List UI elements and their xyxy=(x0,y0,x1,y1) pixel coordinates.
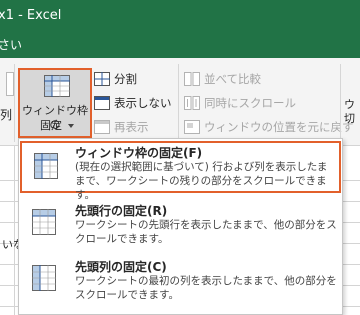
menu-item-description: ワークシートの最初の列を表示したままで、他の部分をスクロールできます。 xyxy=(75,275,337,301)
title-bar: x1 - Excel xyxy=(0,0,360,32)
ribbon-separator xyxy=(14,64,15,142)
tell-me-text: さい xyxy=(0,38,23,52)
unhide-window-button[interactable]: 再表示 xyxy=(94,118,174,136)
unhide-label: 再表示 xyxy=(114,120,149,134)
menu-item-description: (現在の選択範囲に基づいて) 行および列を表示したままで、ワークシートの残りの部… xyxy=(75,161,328,201)
menu-item-title: ウィンドウ枠の固定(F) xyxy=(75,146,203,160)
column-gridline xyxy=(14,146,15,315)
ribbon-left-fragment[interactable]: 列 xyxy=(0,106,12,123)
sync-scroll-button[interactable]: 同時にスクロール xyxy=(184,94,334,112)
menu-item-description: ワークシートの先頭行を表示したままで、他の部分をスクロールできます。 xyxy=(75,219,337,245)
reset-window-position-button[interactable]: ウィンドウの位置を元に戻す xyxy=(184,118,354,136)
hide-window-button[interactable]: 表示しない xyxy=(94,94,174,112)
menu-item-freeze-panes[interactable]: ウィンドウ枠の固定(F) (現在の選択範囲に基づいて) 行および列を表示したまま… xyxy=(20,141,341,201)
split-button[interactable]: 分割 xyxy=(94,70,174,88)
freeze-panes-button[interactable]: ウィンドウ枠の 固定 xyxy=(18,68,92,138)
menu-item-title: 先頭行の固定(R) xyxy=(75,204,168,218)
switch-windows-label-1: ウ xyxy=(344,98,355,111)
page-layout-icon[interactable] xyxy=(6,72,14,96)
menu-item-freeze-first-column[interactable]: 先頭列の固定(C) ワークシートの最初の列を表示したままで、他の部分をスクロール… xyxy=(20,255,341,307)
tell-me-bar[interactable]: さい xyxy=(0,32,360,58)
menu-item-freeze-top-row[interactable]: 先頭行の固定(R) ワークシートの先頭行を表示したままで、他の部分をスクロールで… xyxy=(20,199,341,251)
menu-item-title: 先頭列の固定(C) xyxy=(75,260,167,274)
freeze-panes-icon xyxy=(34,153,58,179)
sync-scroll-label: 同時にスクロール xyxy=(204,96,296,110)
hide-window-icon xyxy=(94,96,110,110)
freeze-top-row-icon xyxy=(32,209,56,235)
ribbon-separator xyxy=(340,64,341,142)
switch-windows-fragment[interactable]: ウ 切 xyxy=(344,98,360,126)
view-side-by-side-button[interactable]: 並べて比較 xyxy=(184,70,334,88)
reset-position-label: ウィンドウの位置を元に戻す xyxy=(204,120,354,134)
sync-scroll-icon xyxy=(184,96,200,110)
chevron-down-icon xyxy=(68,124,74,128)
split-icon xyxy=(94,72,110,86)
freeze-first-column-icon xyxy=(32,265,56,291)
side-by-side-label: 並べて比較 xyxy=(204,72,262,86)
side-by-side-icon xyxy=(184,72,200,86)
switch-windows-label-2: 切 xyxy=(344,112,355,125)
reset-window-position-icon xyxy=(184,120,200,134)
ribbon-separator xyxy=(178,64,179,142)
freeze-panes-menu: ウィンドウ枠の固定(F) (現在の選択範囲に基づいて) 行および列を表示したまま… xyxy=(18,138,343,315)
freeze-button-label-2: 固定 xyxy=(40,119,62,132)
window-title: x1 - Excel xyxy=(0,8,62,23)
unhide-window-icon xyxy=(94,120,110,134)
freeze-panes-icon xyxy=(44,75,70,97)
hide-label: 表示しない xyxy=(114,96,172,110)
split-label: 分割 xyxy=(114,72,137,86)
